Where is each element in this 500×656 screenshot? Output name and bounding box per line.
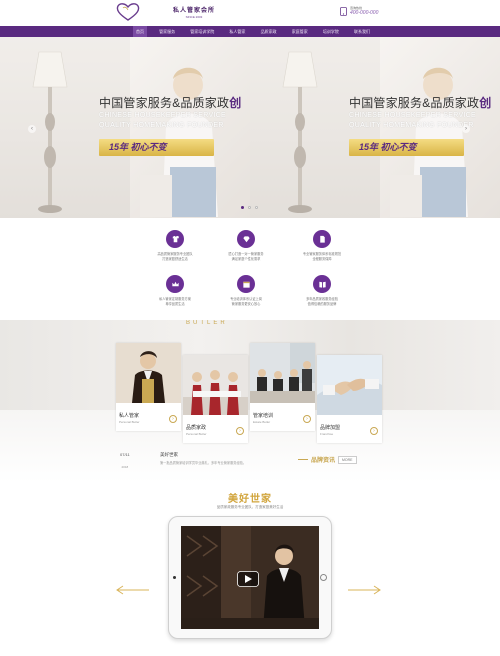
news-year: 2018 bbox=[121, 465, 129, 469]
site-header: 私人管家会所 SINCE 2003 咨询热线 400-000-000 bbox=[0, 0, 500, 26]
crown-icon bbox=[166, 275, 184, 293]
card-title: 品牌加盟 bbox=[320, 425, 341, 431]
nav-item[interactable]: 管家服务 bbox=[156, 26, 178, 37]
service-item[interactable]: 多年品质家政服务经验 值得信赖的服务品牌 bbox=[282, 275, 362, 306]
banner-next-arrow[interactable]: › bbox=[462, 125, 470, 133]
section-label: BUTLER bbox=[186, 320, 228, 326]
banner-headline: 中国管家服务&品质家政创 bbox=[99, 96, 242, 110]
brand-news-title: 品牌资讯 bbox=[311, 458, 336, 464]
book-icon bbox=[313, 275, 331, 293]
news-date: 07/11 2018 bbox=[120, 452, 130, 469]
shirt-icon bbox=[166, 230, 184, 248]
service-card-franchise[interactable]: 品牌加盟 Franchise › bbox=[317, 355, 382, 443]
main-nav: 首页 管家服务 管家培训学院 私人管家 品质家政 家庭管家 培训学院 联系我们 bbox=[0, 26, 500, 37]
nav-item[interactable]: 私人管家 bbox=[226, 26, 248, 37]
services-section: 高品质管家服务专业团队 打造家庭舒适生活 匠心打造一对一管家服务 满足家庭个性化需求专… bbox=[0, 218, 500, 320]
tablet-home-button bbox=[320, 574, 327, 581]
site-logo[interactable]: 私人管家会所 SINCE 2003 bbox=[115, 2, 215, 22]
hero-banner: 中国管家服务&品质家政创 CHINESE HOUSEKEEPER SERVICE… bbox=[0, 37, 500, 218]
card-go-button[interactable]: › bbox=[370, 427, 378, 435]
tablet-camera bbox=[173, 576, 176, 579]
diamond-icon bbox=[237, 230, 255, 248]
document-icon bbox=[313, 230, 331, 248]
hotline: 咨询热线 400-000-000 bbox=[340, 6, 378, 16]
service-desc: 高品质管家服务专业团队 打造家庭舒适生活 bbox=[157, 252, 193, 261]
nav-item[interactable]: 家庭管家 bbox=[289, 26, 311, 37]
banner-badge: 15年 初心不变 bbox=[99, 139, 214, 156]
card-subtitle: Personal Butler bbox=[119, 420, 140, 424]
banner-pagination bbox=[241, 206, 258, 209]
prev-arrow-icon[interactable] bbox=[115, 585, 149, 595]
service-item[interactable]: 高品质管家服务专业团队 打造家庭舒适生活 bbox=[135, 230, 215, 261]
service-item[interactable]: 私人管家定制服务方案 尊享品质生活 bbox=[135, 275, 215, 306]
nav-item[interactable]: 首页 bbox=[133, 26, 147, 37]
nav-item[interactable]: 联系我们 bbox=[351, 26, 373, 37]
brand-news-header: 品牌资讯 MORE bbox=[298, 455, 357, 464]
service-card-butler-training[interactable]: 管家培训 Estate Butler › bbox=[250, 343, 315, 431]
family-section: 美好世家 品质家政服务专业团队，打造家庭美好生活 bbox=[0, 483, 500, 656]
card-go-button[interactable]: › bbox=[169, 415, 177, 423]
logo-name: 私人管家会所 bbox=[173, 8, 216, 14]
phone-icon bbox=[340, 6, 347, 16]
handshake-photo bbox=[317, 355, 382, 415]
logo-since: SINCE 2003 bbox=[185, 15, 203, 19]
banner-slide[interactable]: 中国管家服务&品质家政创 CHINESE HOUSEKEEPER SERVICE… bbox=[0, 37, 250, 218]
nav-item[interactable]: 管家培训学院 bbox=[187, 26, 217, 37]
hotline-number: 400-000-000 bbox=[350, 10, 379, 16]
card-go-button[interactable]: › bbox=[303, 415, 311, 423]
pagination-dot[interactable] bbox=[255, 206, 258, 209]
news-title[interactable]: 美好世家 bbox=[160, 452, 178, 458]
card-go-button[interactable]: › bbox=[236, 427, 244, 435]
service-desc: 专业培训体系认证上岗 管家服务更安心放心 bbox=[230, 297, 262, 306]
heart-logo-icon bbox=[116, 3, 140, 21]
training-photo bbox=[250, 343, 315, 403]
service-desc: 匠心打造一对一管家服务 满足家庭个性化需求 bbox=[228, 252, 264, 261]
card-title: 品质家政 bbox=[186, 425, 207, 431]
family-title: 美好世家 bbox=[228, 494, 272, 505]
card-title: 管家培训 bbox=[253, 413, 274, 419]
service-item[interactable]: 专业管家服务体系标准规范 全程服务保障 bbox=[282, 230, 362, 261]
nav-item[interactable]: 培训学院 bbox=[320, 26, 342, 37]
nav-item[interactable]: 品质家政 bbox=[258, 26, 280, 37]
card-subtitle: Franchise bbox=[320, 432, 334, 436]
service-item[interactable]: 专业培训体系认证上岗 管家服务更安心放心 bbox=[206, 275, 286, 306]
service-desc: 专业管家服务体系标准规范 全程服务保障 bbox=[302, 252, 342, 261]
banner-badge: 15年 初心不变 bbox=[349, 139, 464, 156]
service-card-private-butler[interactable]: 私人管家 Personal Butler › bbox=[116, 343, 181, 431]
card-title: 私人管家 bbox=[119, 413, 140, 419]
banner-english: CHINESE HOUSEKEEPER SERVICE QUALITY HOMEM… bbox=[99, 112, 227, 129]
more-button[interactable]: MORE bbox=[338, 455, 357, 464]
card-subtitle: Estate Butler bbox=[253, 420, 271, 424]
butler-photo bbox=[116, 343, 181, 403]
card-subtitle: Personal Butler bbox=[186, 432, 207, 436]
pagination-dot[interactable] bbox=[241, 206, 244, 209]
news-desc: 第一批品质管家培训学员毕业典礼，多年专业管家服务经验。 bbox=[160, 461, 247, 465]
service-item[interactable]: 匠心打造一对一管家服务 满足家庭个性化需求 bbox=[206, 230, 286, 261]
service-desc: 私人管家定制服务方案 尊享品质生活 bbox=[159, 297, 191, 306]
calendar-icon bbox=[237, 275, 255, 293]
service-card-quality-homemaking[interactable]: 品质家政 Personal Butler › bbox=[183, 355, 248, 443]
pagination-dot[interactable] bbox=[248, 206, 251, 209]
maids-photo bbox=[183, 355, 248, 415]
service-desc: 多年品质家政服务经验 值得信赖的服务品牌 bbox=[306, 297, 338, 306]
banner-prev-arrow[interactable]: ‹ bbox=[28, 125, 36, 133]
banner-headline: 中国管家服务&品质家政创 bbox=[349, 96, 492, 110]
play-icon[interactable] bbox=[237, 571, 259, 587]
next-arrow-icon[interactable] bbox=[348, 585, 382, 595]
family-desc: 品质家政服务专业团队，打造家庭美好生活 bbox=[216, 505, 284, 509]
banner-english: CHINESE HOUSEKEEPER SERVICE QUALITY HOMEM… bbox=[349, 112, 477, 129]
